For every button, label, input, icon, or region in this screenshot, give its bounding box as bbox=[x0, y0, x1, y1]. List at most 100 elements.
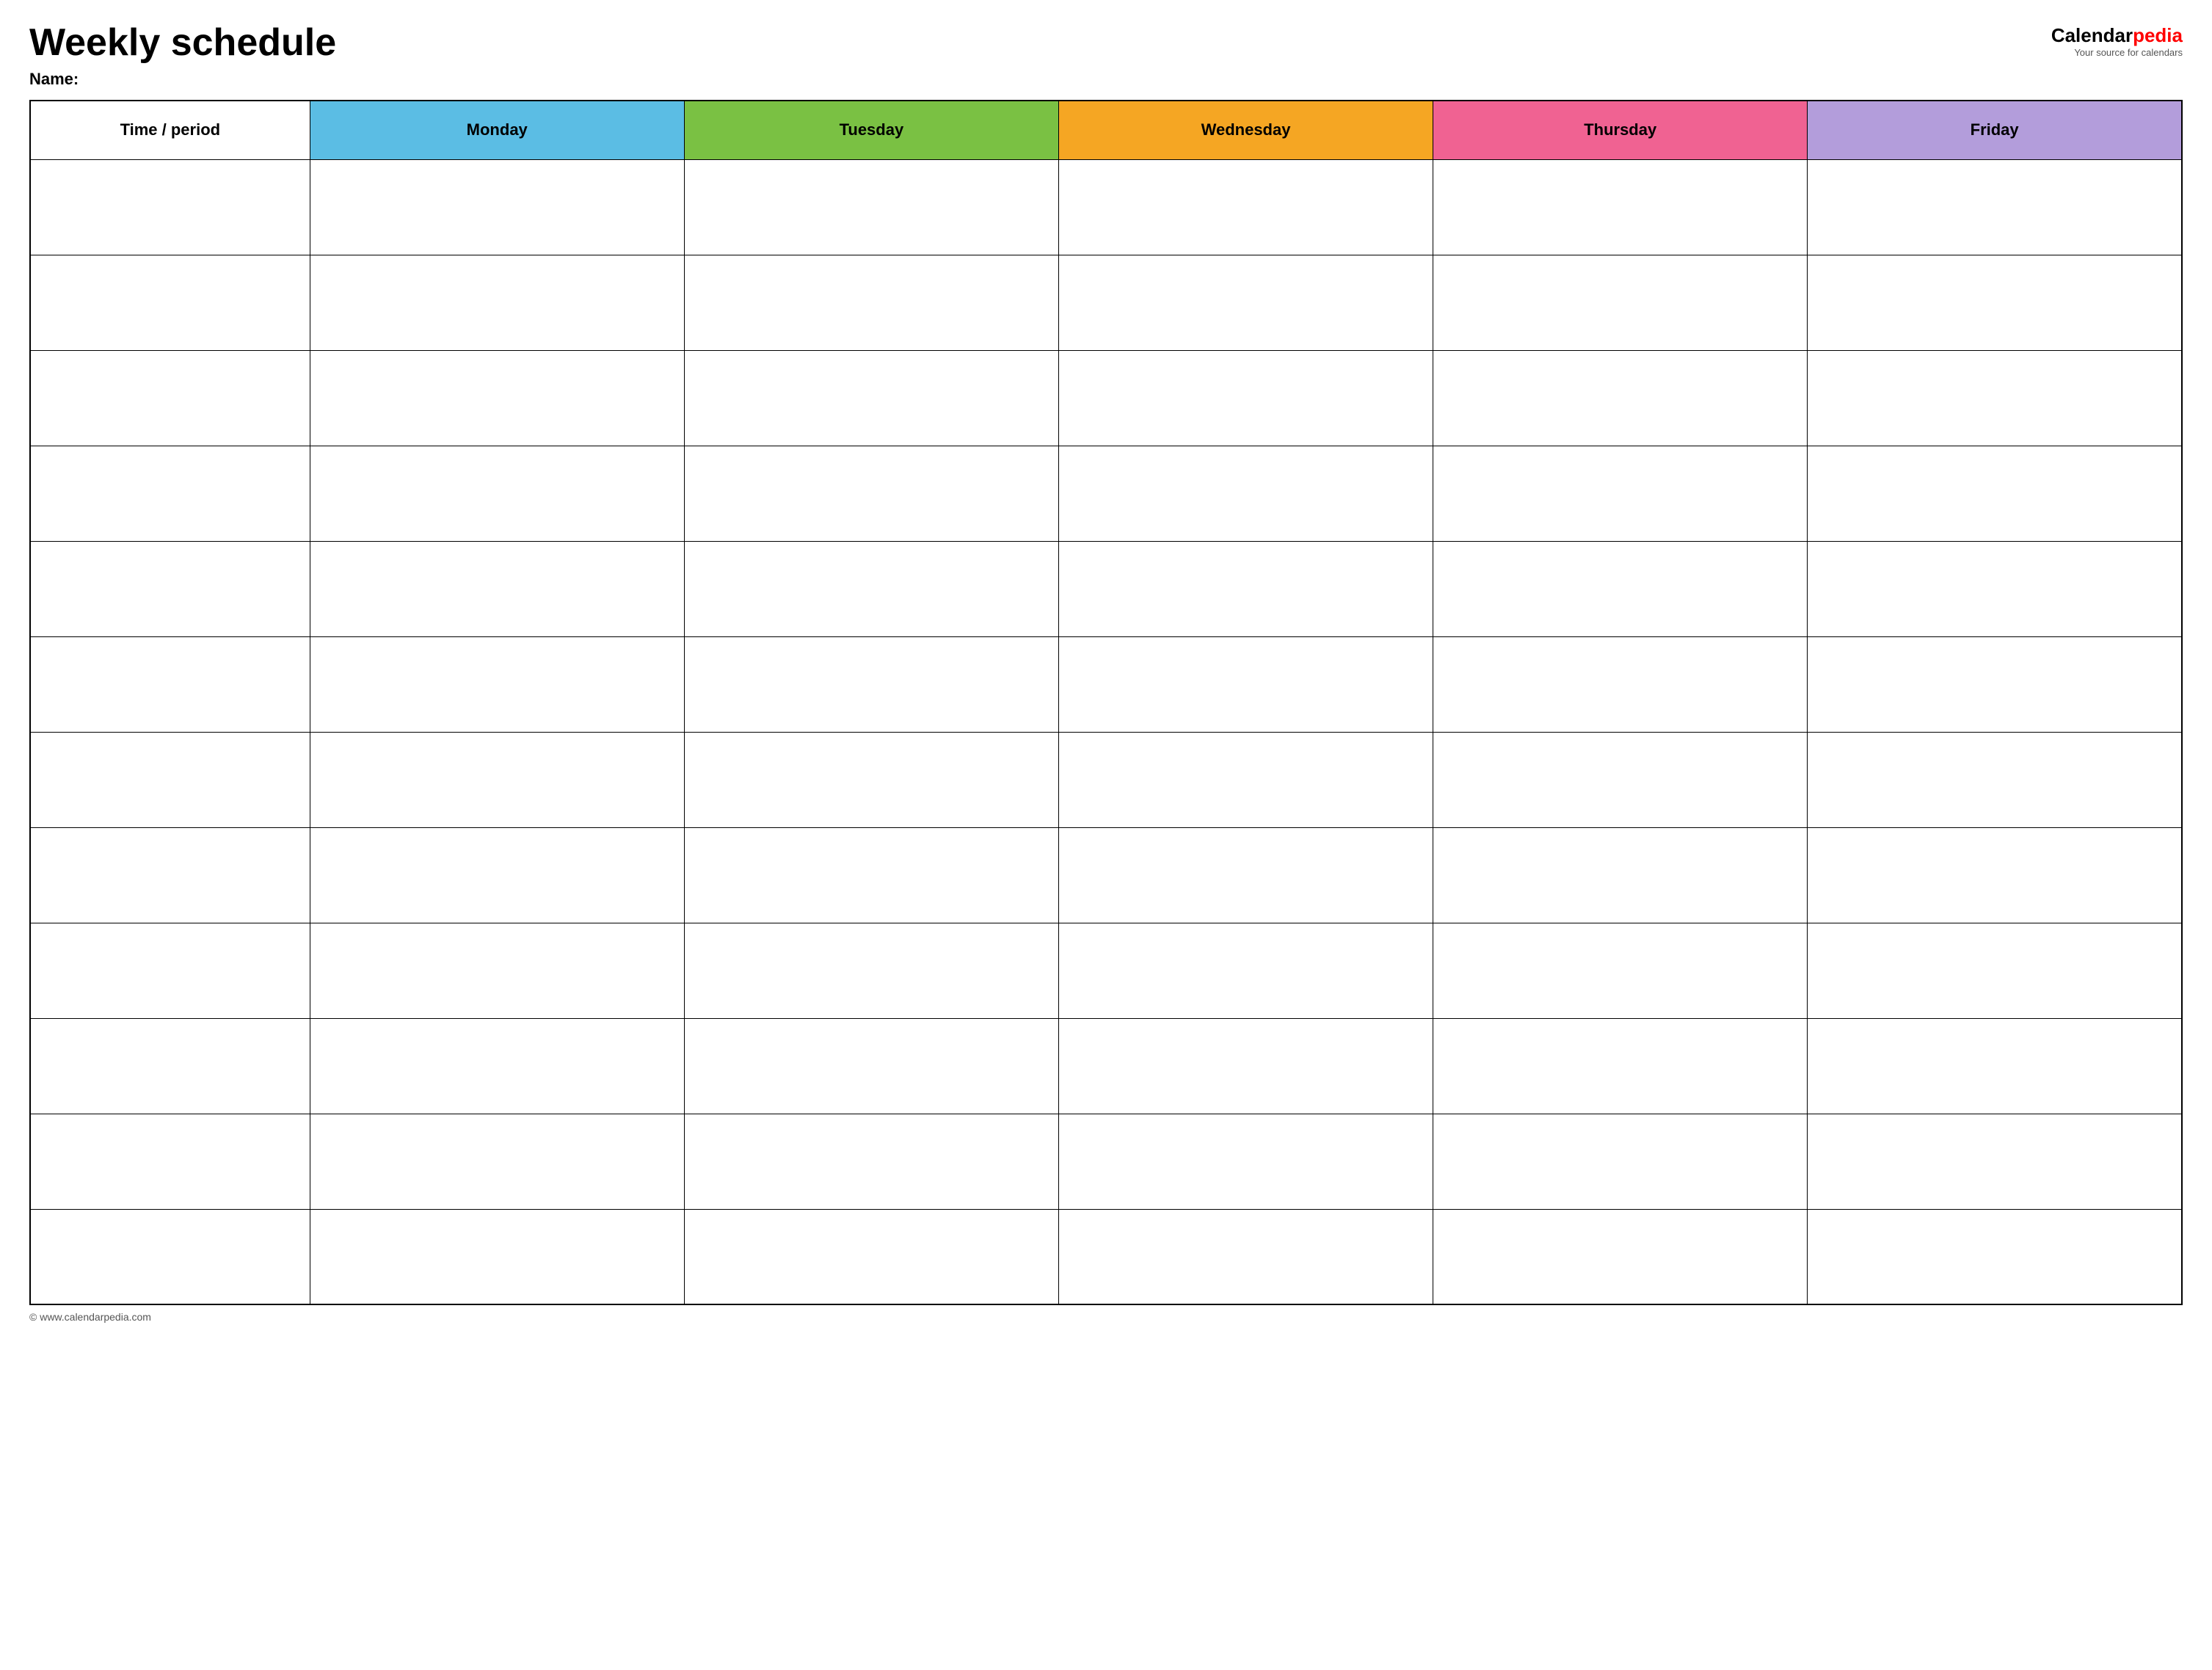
schedule-cell[interactable] bbox=[1433, 350, 1808, 446]
logo-pedia: pedia bbox=[2133, 24, 2183, 46]
header-section: Weekly schedule Name: Calendarpedia Your… bbox=[29, 22, 2183, 89]
schedule-cell[interactable] bbox=[684, 350, 1058, 446]
col-header-friday: Friday bbox=[1808, 101, 2182, 159]
schedule-cell[interactable] bbox=[684, 1018, 1058, 1114]
schedule-cell[interactable] bbox=[1058, 636, 1433, 732]
schedule-cell[interactable] bbox=[1808, 446, 2182, 541]
logo-text: Calendarpedia bbox=[2051, 26, 2183, 45]
schedule-cell[interactable] bbox=[310, 159, 684, 255]
schedule-cell[interactable] bbox=[1433, 732, 1808, 827]
time-cell[interactable] bbox=[30, 255, 310, 350]
schedule-cell[interactable] bbox=[1808, 827, 2182, 923]
col-header-thursday: Thursday bbox=[1433, 101, 1808, 159]
schedule-cell[interactable] bbox=[1433, 1209, 1808, 1304]
schedule-cell[interactable] bbox=[310, 446, 684, 541]
time-cell[interactable] bbox=[30, 541, 310, 636]
logo-tagline: Your source for calendars bbox=[2074, 47, 2183, 58]
time-cell[interactable] bbox=[30, 159, 310, 255]
schedule-cell[interactable] bbox=[684, 446, 1058, 541]
col-header-wednesday: Wednesday bbox=[1058, 101, 1433, 159]
schedule-cell[interactable] bbox=[1058, 827, 1433, 923]
schedule-cell[interactable] bbox=[310, 732, 684, 827]
schedule-cell[interactable] bbox=[1433, 446, 1808, 541]
table-row bbox=[30, 1209, 2182, 1304]
schedule-cell[interactable] bbox=[1808, 732, 2182, 827]
schedule-cell[interactable] bbox=[1433, 636, 1808, 732]
schedule-cell[interactable] bbox=[310, 1209, 684, 1304]
schedule-cell[interactable] bbox=[1433, 827, 1808, 923]
schedule-cell[interactable] bbox=[1058, 1018, 1433, 1114]
schedule-cell[interactable] bbox=[1808, 1114, 2182, 1209]
schedule-cell[interactable] bbox=[1058, 350, 1433, 446]
schedule-cell[interactable] bbox=[1808, 255, 2182, 350]
schedule-cell[interactable] bbox=[684, 159, 1058, 255]
table-row bbox=[30, 446, 2182, 541]
schedule-cell[interactable] bbox=[1058, 159, 1433, 255]
schedule-cell[interactable] bbox=[684, 1209, 1058, 1304]
schedule-cell[interactable] bbox=[684, 1114, 1058, 1209]
table-row bbox=[30, 827, 2182, 923]
title-area: Weekly schedule Name: bbox=[29, 22, 336, 89]
table-row bbox=[30, 732, 2182, 827]
table-row bbox=[30, 923, 2182, 1018]
time-cell[interactable] bbox=[30, 1018, 310, 1114]
schedule-cell[interactable] bbox=[1808, 1018, 2182, 1114]
schedule-cell[interactable] bbox=[310, 1018, 684, 1114]
schedule-cell[interactable] bbox=[684, 732, 1058, 827]
schedule-cell[interactable] bbox=[684, 541, 1058, 636]
schedule-cell[interactable] bbox=[1433, 541, 1808, 636]
schedule-cell[interactable] bbox=[1433, 1018, 1808, 1114]
schedule-cell[interactable] bbox=[1433, 255, 1808, 350]
schedule-cell[interactable] bbox=[1433, 923, 1808, 1018]
logo-calendar: Calendar bbox=[2051, 24, 2133, 46]
time-cell[interactable] bbox=[30, 1209, 310, 1304]
schedule-cell[interactable] bbox=[1058, 732, 1433, 827]
time-cell[interactable] bbox=[30, 350, 310, 446]
schedule-cell[interactable] bbox=[310, 827, 684, 923]
table-row bbox=[30, 541, 2182, 636]
schedule-cell[interactable] bbox=[1433, 159, 1808, 255]
schedule-cell[interactable] bbox=[1058, 541, 1433, 636]
schedule-cell[interactable] bbox=[1808, 350, 2182, 446]
table-row bbox=[30, 255, 2182, 350]
schedule-cell[interactable] bbox=[1058, 1209, 1433, 1304]
time-cell[interactable] bbox=[30, 732, 310, 827]
schedule-cell[interactable] bbox=[684, 255, 1058, 350]
schedule-cell[interactable] bbox=[1808, 923, 2182, 1018]
page-title: Weekly schedule bbox=[29, 22, 336, 64]
schedule-cell[interactable] bbox=[684, 827, 1058, 923]
table-row bbox=[30, 636, 2182, 732]
time-cell[interactable] bbox=[30, 446, 310, 541]
copyright-text: © www.calendarpedia.com bbox=[29, 1311, 151, 1323]
time-cell[interactable] bbox=[30, 827, 310, 923]
schedule-cell[interactable] bbox=[1808, 1209, 2182, 1304]
schedule-cell[interactable] bbox=[310, 350, 684, 446]
schedule-cell[interactable] bbox=[310, 541, 684, 636]
schedule-cell[interactable] bbox=[310, 923, 684, 1018]
time-cell[interactable] bbox=[30, 923, 310, 1018]
schedule-cell[interactable] bbox=[1433, 1114, 1808, 1209]
schedule-cell[interactable] bbox=[684, 636, 1058, 732]
col-header-time: Time / period bbox=[30, 101, 310, 159]
schedule-cell[interactable] bbox=[1808, 636, 2182, 732]
time-cell[interactable] bbox=[30, 1114, 310, 1209]
schedule-cell[interactable] bbox=[310, 1114, 684, 1209]
schedule-cell[interactable] bbox=[1808, 541, 2182, 636]
schedule-cell[interactable] bbox=[1058, 923, 1433, 1018]
footer: © www.calendarpedia.com bbox=[29, 1311, 2183, 1323]
time-cell[interactable] bbox=[30, 636, 310, 732]
schedule-cell[interactable] bbox=[310, 255, 684, 350]
schedule-table: Time / period Monday Tuesday Wednesday T… bbox=[29, 100, 2183, 1305]
schedule-cell[interactable] bbox=[1808, 159, 2182, 255]
table-row bbox=[30, 1114, 2182, 1209]
schedule-cell[interactable] bbox=[684, 923, 1058, 1018]
col-header-monday: Monday bbox=[310, 101, 684, 159]
table-row bbox=[30, 159, 2182, 255]
schedule-cell[interactable] bbox=[1058, 446, 1433, 541]
logo-area: Calendarpedia Your source for calendars bbox=[2051, 22, 2183, 58]
table-row bbox=[30, 1018, 2182, 1114]
schedule-cell[interactable] bbox=[1058, 255, 1433, 350]
schedule-cell[interactable] bbox=[1058, 1114, 1433, 1209]
col-header-tuesday: Tuesday bbox=[684, 101, 1058, 159]
schedule-cell[interactable] bbox=[310, 636, 684, 732]
